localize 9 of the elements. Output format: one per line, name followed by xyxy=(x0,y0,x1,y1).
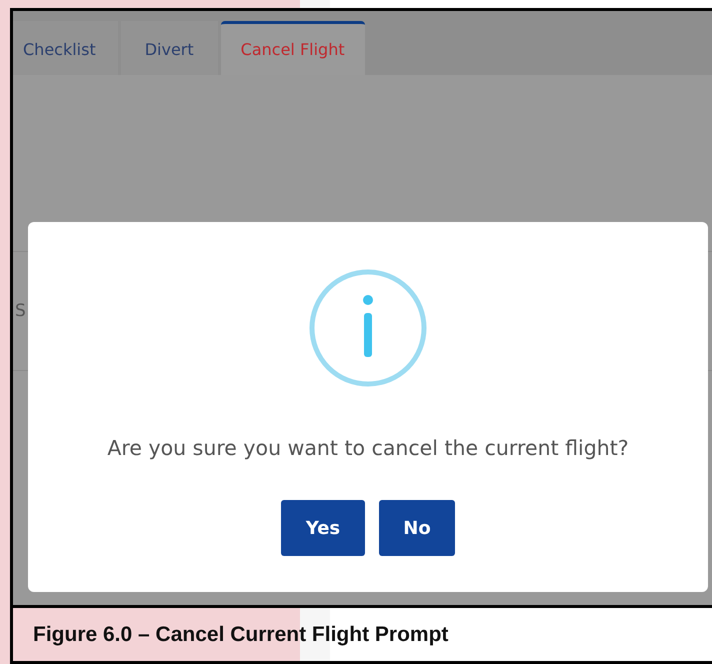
tab[interactable]: Divert xyxy=(120,21,218,75)
dialog-button[interactable]: Yes xyxy=(281,500,365,556)
dialog-message: Are you sure you want to cancel the current flight? xyxy=(107,436,629,460)
row-label: S xyxy=(15,301,26,321)
figure-caption: Figure 6.0 – Cancel Current Flight Prompt xyxy=(10,605,712,664)
dialog-button[interactable]: No xyxy=(379,500,455,556)
tab[interactable]: Cancel Flight xyxy=(220,21,365,75)
info-icon xyxy=(308,268,428,388)
tab[interactable]: Checklist xyxy=(13,21,118,75)
